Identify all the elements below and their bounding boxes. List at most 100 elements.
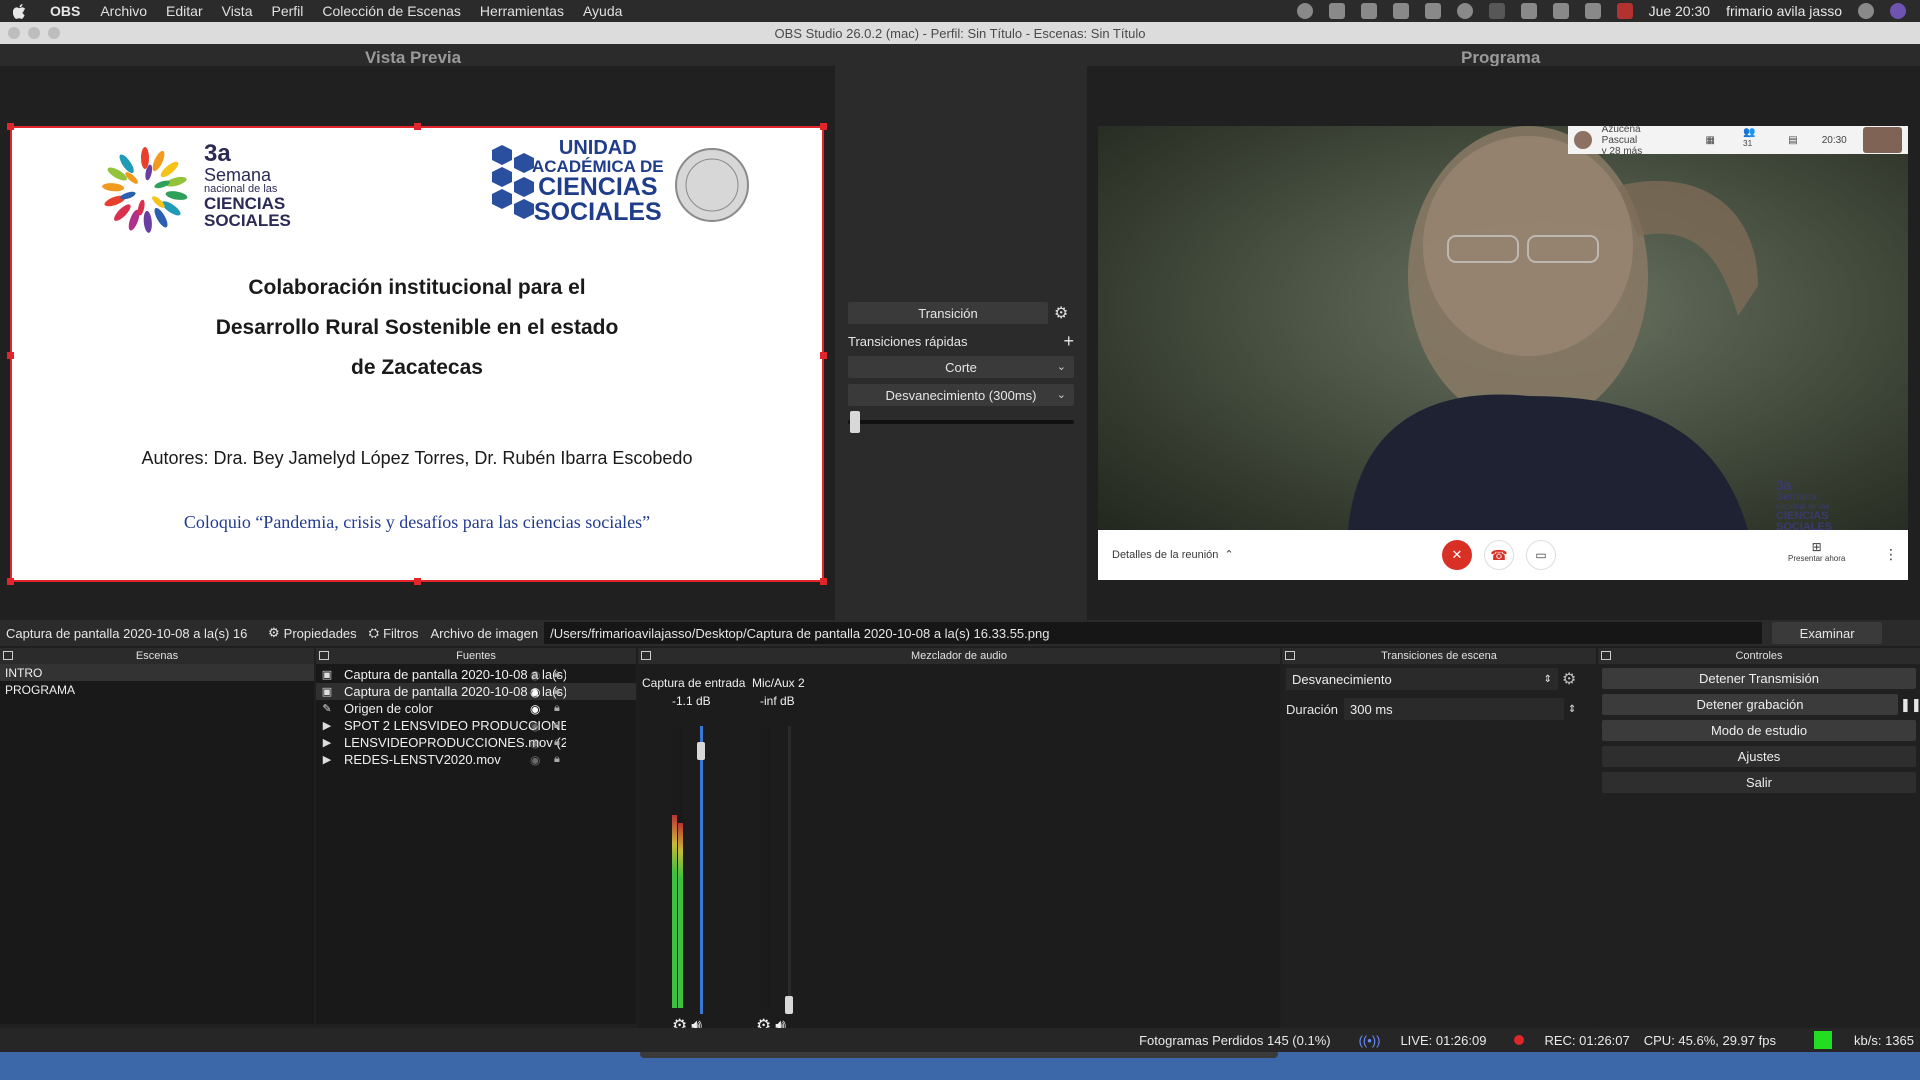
add-quick-transition-icon[interactable]: + — [1063, 331, 1074, 352]
scene-item-intro[interactable]: INTRO — [0, 664, 314, 681]
source-item[interactable]: ✎ Origen de color ◉ 🔒︎ — [316, 700, 636, 717]
present-now-button[interactable]: ⊞ Presentar ahora — [1788, 540, 1845, 563]
undock-icon[interactable] — [1601, 651, 1611, 660]
eye-icon[interactable]: ◉ — [530, 702, 540, 716]
browse-button[interactable]: Examinar — [1772, 622, 1883, 644]
eye-hidden-icon[interactable]: ◉ — [530, 753, 540, 767]
fade-dropdown[interactable]: Desvanecimiento (300ms) ⌄ — [848, 384, 1074, 406]
image-path-field[interactable]: /Users/frimarioavilajasso/Desktop/Captur… — [544, 622, 1763, 644]
app-tray-icon[interactable] — [1392, 3, 1409, 19]
properties-button[interactable]: ⚙ Propiedades — [262, 625, 363, 641]
menu-archivo[interactable]: Archivo — [100, 3, 147, 19]
studio-mode-button[interactable]: Modo de estudio — [1602, 720, 1916, 741]
eye-hidden-icon[interactable]: ◉ — [530, 736, 540, 750]
lock-icon[interactable]: 🔒︎ — [554, 719, 560, 732]
stop-streaming-button[interactable]: Detener Transmisión — [1602, 668, 1916, 689]
resize-handle-l[interactable] — [7, 352, 14, 359]
eject-tray-icon[interactable] — [1552, 3, 1569, 19]
lock-icon[interactable]: 🔒︎ — [554, 668, 560, 681]
lock-icon[interactable]: 🔒︎ — [554, 736, 560, 749]
participant-more: y 28 más — [1601, 145, 1643, 157]
menubar-user[interactable]: frimario avila jasso — [1726, 3, 1842, 19]
undock-icon[interactable] — [1285, 651, 1295, 660]
volume-slider-handle[interactable] — [697, 742, 705, 761]
transition-type-select[interactable]: Desvanecimiento ⇕ — [1286, 668, 1558, 690]
menu-vista[interactable]: Vista — [222, 3, 253, 19]
lock-icon[interactable]: 🔒︎ — [554, 753, 560, 766]
apple-icon[interactable] — [10, 2, 28, 20]
source-item[interactable]: ▶ REDES-LENSTV2020.mov ◉ 🔒︎ — [316, 751, 636, 768]
airplay-tray-icon[interactable] — [1424, 3, 1441, 19]
filters-button[interactable]: ⛭ Filtros — [363, 625, 425, 641]
resize-handle-tr[interactable] — [820, 123, 827, 130]
eye-hidden-icon[interactable]: ◉ — [530, 668, 540, 682]
program-video-feed — [1098, 126, 1908, 530]
dropbox-tray-icon[interactable] — [1360, 3, 1377, 19]
resize-handle-bl[interactable] — [7, 578, 14, 585]
volume-tray-icon[interactable] — [1584, 3, 1601, 19]
exit-button[interactable]: Salir — [1602, 772, 1916, 793]
corte-dropdown[interactable]: Corte ⌄ — [848, 356, 1074, 378]
camera-icon[interactable]: ▭ — [1526, 540, 1556, 570]
zoom-window-icon[interactable] — [48, 27, 60, 39]
pause-recording-icon[interactable]: ❚❚ — [1900, 697, 1920, 713]
people-icon[interactable]: 👥31 — [1743, 127, 1764, 153]
volume-slider-handle[interactable] — [785, 996, 793, 1014]
undock-icon[interactable] — [641, 651, 651, 660]
flag-tray-icon[interactable] — [1616, 3, 1633, 19]
layout-icon[interactable]: ▦ — [1705, 135, 1714, 146]
lock-icon[interactable]: 🔒︎ — [554, 685, 560, 698]
more-options-icon[interactable]: ⋮ — [1884, 546, 1898, 563]
screen-share-tray-icon[interactable] — [1328, 3, 1345, 19]
resize-handle-t[interactable] — [414, 123, 421, 130]
source-item[interactable]: ▣ Captura de pantalla 2020-10-08 a la(s)… — [316, 666, 636, 683]
mic-off-icon[interactable]: ✕ — [1442, 540, 1472, 570]
source-item[interactable]: ▶ LENSVIDEOPRODUCCIONES.mov (2) ◉ 🔒︎ — [316, 734, 636, 751]
undock-icon[interactable] — [319, 651, 329, 660]
gear-icon: ⚙ — [268, 625, 280, 640]
menu-perfil[interactable]: Perfil — [271, 3, 303, 19]
menu-coleccion-escenas[interactable]: Colección de Escenas — [322, 3, 461, 19]
preview-slide[interactable]: 3a Semana nacional de las CIENCIAS SOCIA… — [7, 123, 827, 585]
siri-icon[interactable] — [1890, 3, 1906, 19]
transition-button[interactable]: Transición — [848, 302, 1048, 324]
duration-spinbox[interactable]: 300 ms — [1344, 698, 1565, 720]
live-broadcast-icon: ((•)) — [1358, 1032, 1381, 1048]
menu-editar[interactable]: Editar — [166, 3, 203, 19]
resize-handle-b[interactable] — [414, 578, 421, 585]
menubar-clock[interactable]: Jue 20:30 — [1649, 3, 1711, 19]
volume-slider[interactable] — [697, 726, 705, 1014]
transition-gear-icon[interactable]: ⚙ — [1054, 303, 1068, 323]
t-bar-slider[interactable] — [848, 411, 1074, 433]
spin-arrows-icon[interactable]: ⇕ — [1568, 704, 1576, 715]
app-menu-obs[interactable]: OBS — [50, 3, 80, 19]
bluetooth-tray-icon[interactable] — [1488, 3, 1505, 19]
menu-ayuda[interactable]: Ayuda — [583, 3, 622, 19]
meeting-details-button[interactable]: Detalles de la reunión ⌃ — [1112, 548, 1234, 562]
eye-icon[interactable]: ◉ — [530, 685, 540, 699]
minimize-window-icon[interactable] — [28, 27, 40, 39]
time-machine-tray-icon[interactable] — [1456, 3, 1473, 19]
undock-icon[interactable] — [3, 651, 13, 660]
settings-button[interactable]: Ajustes — [1602, 746, 1916, 767]
resize-handle-br[interactable] — [820, 578, 827, 585]
scene-item-programa[interactable]: PROGRAMA — [0, 681, 314, 698]
volume-slider[interactable] — [785, 726, 793, 1014]
resize-handle-tl[interactable] — [7, 123, 14, 130]
spotlight-search-icon[interactable] — [1858, 3, 1874, 19]
hang-up-icon[interactable]: ☎ — [1484, 540, 1514, 570]
source-item[interactable]: ▣ Captura de pantalla 2020-10-08 a la(s)… — [316, 683, 636, 700]
resize-handle-r[interactable] — [820, 352, 827, 359]
lock-icon[interactable]: 🔒︎ — [554, 702, 560, 715]
menu-herramientas[interactable]: Herramientas — [480, 3, 564, 19]
transition-settings-gear-icon[interactable]: ⚙ — [1562, 669, 1576, 689]
chat-icon[interactable]: ▤ — [1788, 135, 1797, 146]
obs-tray-icon[interactable] — [1296, 3, 1313, 19]
wifi-tray-icon[interactable] — [1520, 3, 1537, 19]
source-item[interactable]: ▶ SPOT 2 LENSVIDEO PRODUCCIONES ◉ 🔒︎ — [316, 717, 636, 734]
stop-recording-button[interactable]: Detener grabación — [1602, 694, 1898, 715]
close-window-icon[interactable] — [8, 27, 20, 39]
updown-chevron-icon: ⇕ — [1543, 673, 1552, 685]
t-bar-handle[interactable] — [850, 411, 860, 433]
eye-hidden-icon[interactable]: ◉ — [530, 719, 540, 733]
